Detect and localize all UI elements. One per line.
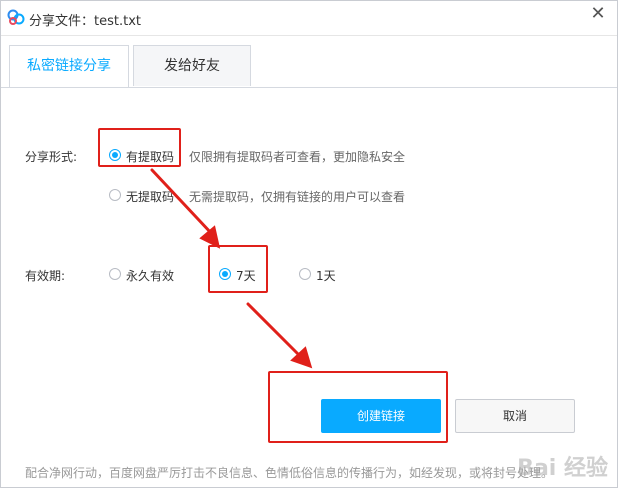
share-dialog: 分享文件：test.txt ✕ 私密链接分享 发给好友 分享形式: 有提取码 仅… — [0, 0, 618, 488]
validity-label: 有效期: — [25, 269, 66, 283]
validity-7days-radio[interactable] — [219, 268, 231, 280]
without-code-label[interactable]: 无提取码 — [126, 188, 174, 205]
validity-1day-radio[interactable] — [299, 268, 311, 280]
tab-bar: 私密链接分享 发给好友 — [1, 45, 617, 88]
create-link-button[interactable]: 创建链接 — [321, 399, 441, 433]
cancel-button[interactable]: 取消 — [455, 399, 575, 433]
baidu-netdisk-logo-icon — [7, 9, 25, 25]
without-code-description: 无需提取码，仅拥有链接的用户可以查看 — [189, 190, 406, 204]
close-button[interactable]: ✕ — [587, 4, 609, 26]
validity-permanent-radio[interactable] — [109, 268, 121, 280]
without-code-radio[interactable] — [109, 189, 121, 201]
title-bar: 分享文件：test.txt ✕ — [1, 1, 617, 36]
tab-label: 发给好友 — [164, 58, 220, 74]
close-icon: ✕ — [590, 3, 606, 24]
tab-private-link-share[interactable]: 私密链接分享 — [9, 45, 129, 87]
with-code-label[interactable]: 有提取码 — [126, 148, 174, 165]
validity-7days-label[interactable]: 7天 — [236, 267, 256, 284]
tab-label: 私密链接分享 — [27, 58, 111, 74]
content-policy-notice: 配合净网行动，百度网盘严厉打击不良信息、色情低俗信息的传播行为，如经发现，或将封… — [25, 466, 554, 480]
with-code-radio[interactable] — [109, 149, 121, 161]
validity-permanent-label[interactable]: 永久有效 — [126, 267, 174, 284]
tab-send-to-friends[interactable]: 发给好友 — [133, 45, 251, 86]
window-title: 分享文件：test.txt — [29, 14, 141, 29]
with-code-description: 仅限拥有提取码者可查看，更加隐私安全 — [189, 150, 406, 164]
validity-1day-label[interactable]: 1天 — [316, 267, 336, 284]
share-form-label: 分享形式: — [25, 150, 78, 164]
watermark: Bai 经验 — [517, 456, 608, 481]
